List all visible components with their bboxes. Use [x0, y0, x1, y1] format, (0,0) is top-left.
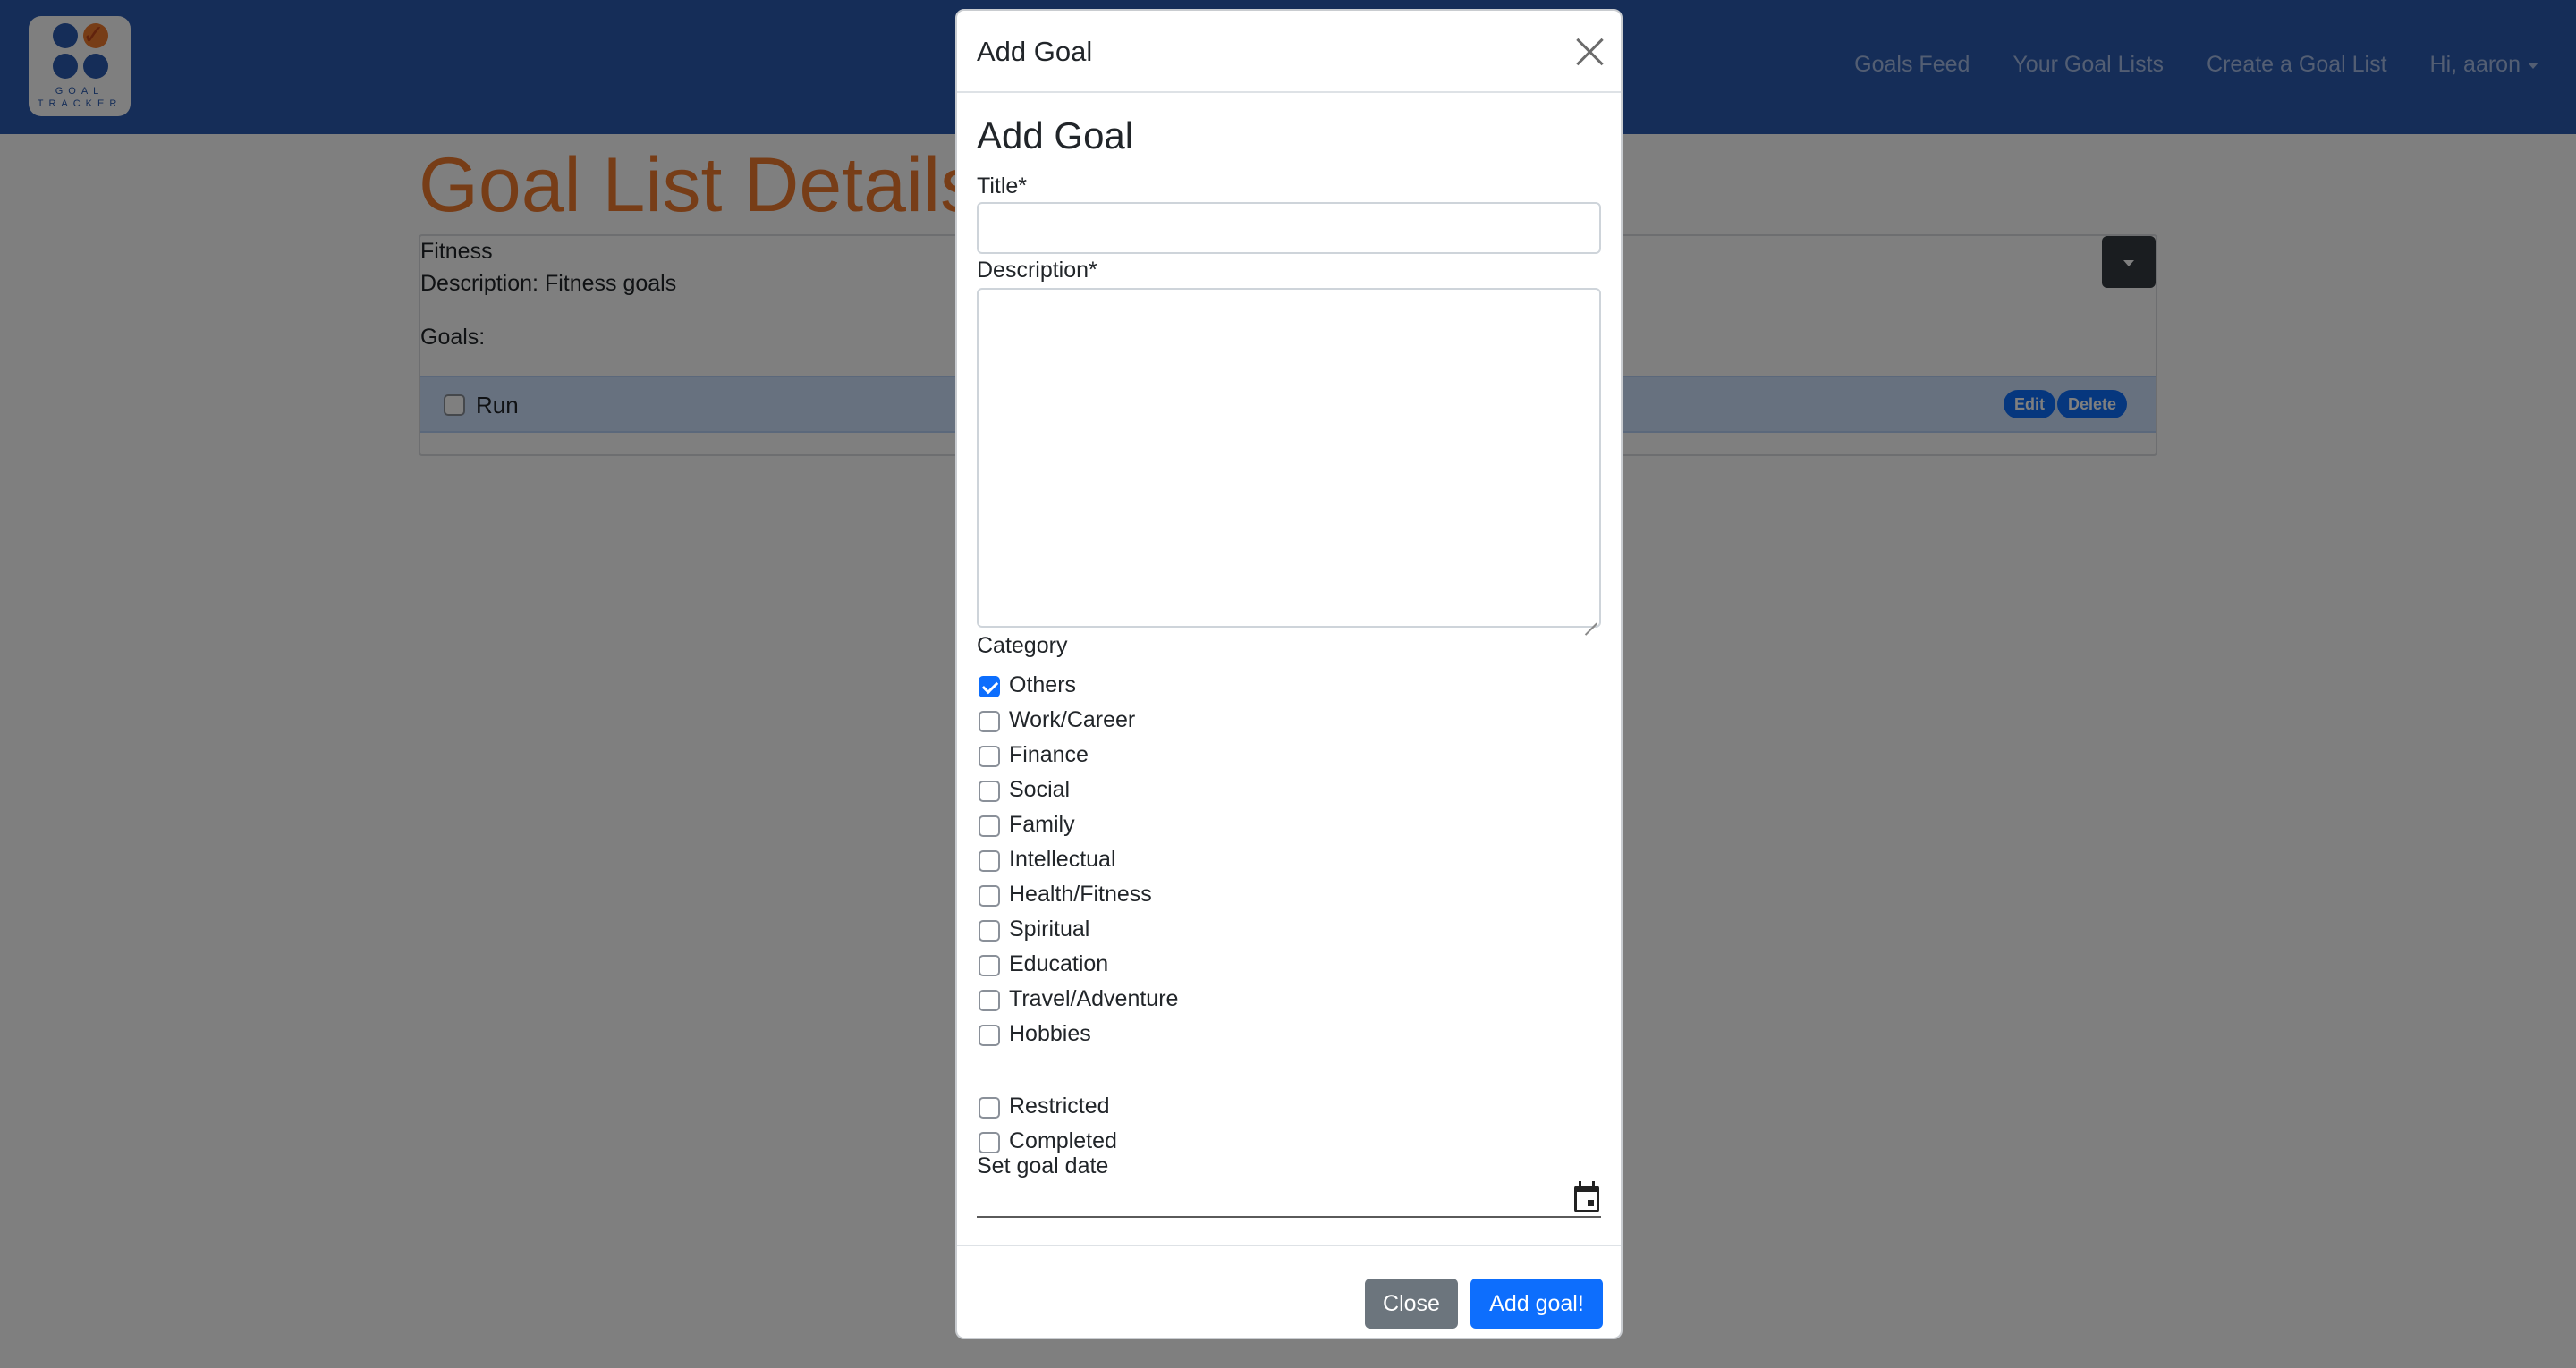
- category-option[interactable]: Hobbies: [977, 1019, 1245, 1054]
- category-label: Spiritual: [1009, 916, 1090, 942]
- restricted-label: Restricted: [1009, 1094, 1110, 1119]
- category-checkbox[interactable]: [979, 676, 1000, 697]
- category-option[interactable]: Social: [977, 775, 1245, 810]
- restricted-option[interactable]: Restricted: [977, 1092, 1245, 1127]
- category-option[interactable]: Family: [977, 810, 1245, 845]
- category-checkbox[interactable]: [979, 885, 1000, 907]
- description-textarea[interactable]: [977, 288, 1601, 628]
- close-button[interactable]: Close: [1365, 1279, 1458, 1329]
- description-label: Description*: [977, 258, 1097, 283]
- category-option[interactable]: Finance: [977, 740, 1245, 775]
- category-checkbox[interactable]: [979, 1025, 1000, 1046]
- category-label: Finance: [1009, 742, 1089, 767]
- category-label: Intellectual: [1009, 847, 1116, 872]
- completed-checkbox[interactable]: [979, 1132, 1000, 1153]
- category-checkbox[interactable]: [979, 920, 1000, 942]
- modal-footer: Close Add goal!: [957, 1245, 1621, 1338]
- close-icon[interactable]: [1574, 36, 1606, 68]
- category-option[interactable]: Travel/Adventure: [977, 984, 1245, 1019]
- category-label: Education: [1009, 951, 1109, 976]
- restricted-checkbox[interactable]: [979, 1097, 1000, 1119]
- add-goal-modal: Add Goal Add Goal Title* Description* Ca…: [955, 9, 1623, 1339]
- category-label: Family: [1009, 812, 1075, 837]
- category-checkbox[interactable]: [979, 850, 1000, 872]
- category-label: Health/Fitness: [1009, 882, 1152, 907]
- category-checkbox[interactable]: [979, 955, 1000, 976]
- category-label: Category: [977, 633, 1068, 658]
- goal-date-input[interactable]: [977, 1216, 1601, 1218]
- category-label: Travel/Adventure: [1009, 986, 1179, 1011]
- category-option[interactable]: Intellectual: [977, 845, 1245, 880]
- category-option[interactable]: Education: [977, 950, 1245, 984]
- title-label: Title*: [977, 173, 1028, 198]
- category-label: Others: [1009, 672, 1077, 697]
- modal-header: Add Goal: [957, 11, 1621, 93]
- category-checkbox[interactable]: [979, 781, 1000, 802]
- category-label: Work/Career: [1009, 707, 1136, 732]
- goal-date-label: Set goal date: [977, 1153, 1109, 1178]
- category-checkbox[interactable]: [979, 990, 1000, 1011]
- title-input[interactable]: [977, 202, 1601, 254]
- category-checkbox[interactable]: [979, 746, 1000, 767]
- category-option[interactable]: Others: [977, 671, 1245, 705]
- category-option[interactable]: Work/Career: [977, 705, 1245, 740]
- category-checkbox[interactable]: [979, 815, 1000, 837]
- completed-label: Completed: [1009, 1128, 1117, 1153]
- form-heading: Add Goal: [977, 114, 1134, 156]
- category-option[interactable]: Health/Fitness: [977, 880, 1245, 915]
- category-option[interactable]: Spiritual: [977, 915, 1245, 950]
- modal-title: Add Goal: [977, 36, 1093, 67]
- category-checkbox[interactable]: [979, 711, 1000, 732]
- category-label: Hobbies: [1009, 1021, 1091, 1046]
- category-label: Social: [1009, 777, 1071, 802]
- category-checkbox-list: Others Work/Career Finance Social Family Inte…: [977, 671, 1245, 1054]
- goal-flags: Restricted Completed: [977, 1092, 1245, 1161]
- calendar-icon[interactable]: [1574, 1181, 1599, 1212]
- add-goal-button[interactable]: Add goal!: [1470, 1279, 1603, 1329]
